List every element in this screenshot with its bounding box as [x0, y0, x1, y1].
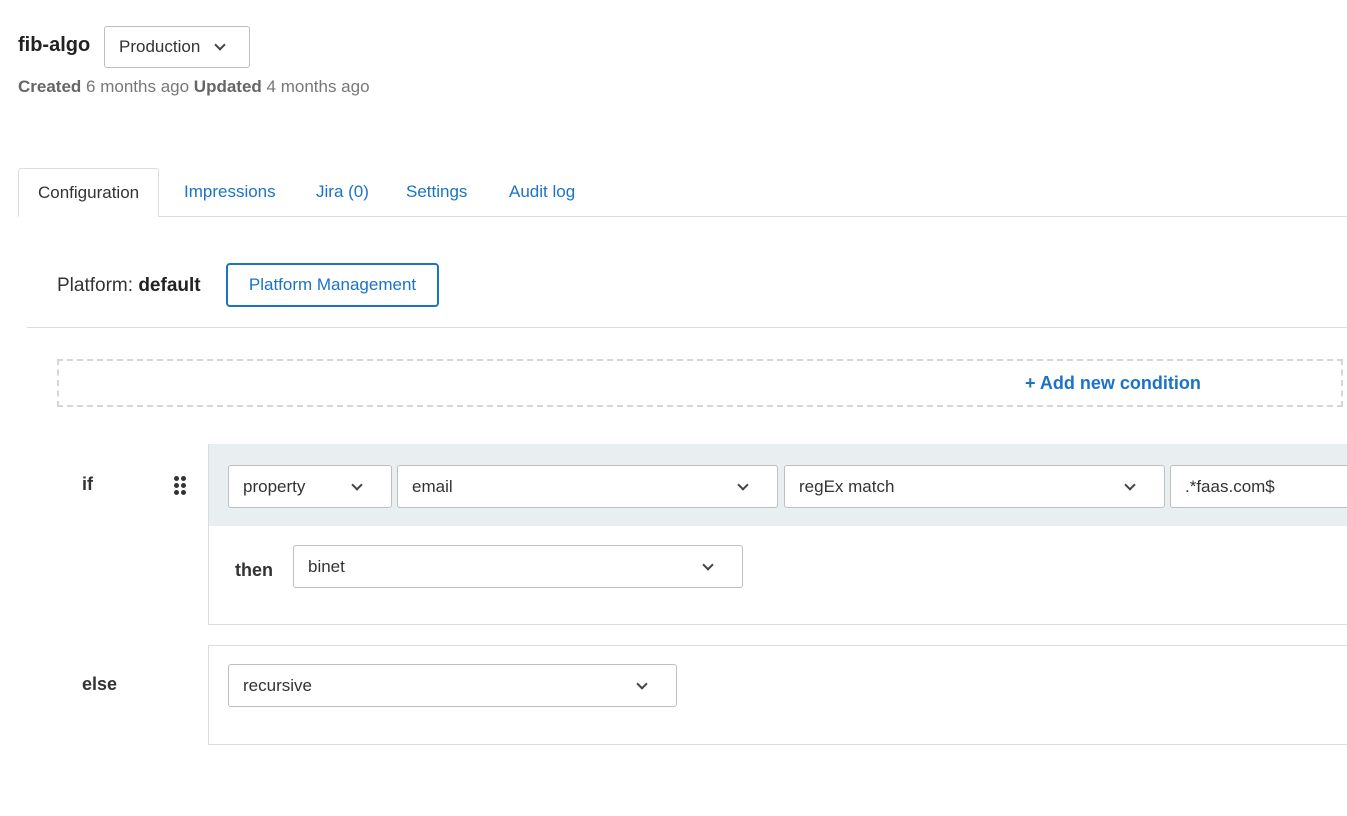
tab-audit-log[interactable]: Audit log — [509, 168, 575, 216]
property-value: email — [412, 476, 453, 496]
then-treatment-select[interactable]: binet — [293, 545, 743, 588]
then-label: then — [235, 560, 273, 580]
chevron-down-icon — [351, 479, 363, 491]
updated-value: 4 months ago — [266, 77, 370, 96]
else-label: else — [82, 674, 118, 694]
then-treatment-value: binet — [308, 556, 345, 576]
chevron-down-icon — [1124, 479, 1136, 491]
condition-type-select[interactable]: property — [228, 465, 392, 508]
tab-impressions[interactable]: Impressions — [184, 168, 276, 216]
operator-select[interactable]: regEx match — [784, 465, 1165, 508]
created-label: Created — [18, 77, 82, 96]
platform-label-text: Platform: — [57, 275, 134, 296]
chevron-down-icon — [636, 678, 648, 690]
flag-meta: Created 6 months ago Updated 4 months ag… — [18, 77, 370, 97]
flag-name: fib-algo — [18, 34, 91, 56]
platform-management-button[interactable]: Platform Management — [226, 263, 439, 307]
tab-jira[interactable]: Jira (0) — [316, 168, 369, 216]
condition-type-value: property — [243, 476, 306, 496]
operator-value: regEx match — [799, 476, 895, 496]
if-label: if — [82, 474, 93, 494]
else-treatment-select[interactable]: recursive — [228, 664, 677, 707]
feature-flag-page: fib-algo Production Created 6 months ago… — [0, 0, 1347, 816]
environment-select[interactable]: Production — [104, 26, 250, 68]
environment-select-value: Production — [119, 37, 201, 56]
tab-configuration[interactable]: Configuration — [18, 168, 160, 217]
add-condition-link[interactable]: + Add new condition — [1025, 373, 1201, 394]
divider — [27, 327, 1347, 328]
updated-label: Updated — [193, 77, 262, 96]
platform-value: default — [138, 275, 201, 296]
property-select[interactable]: email — [397, 465, 778, 508]
created-value: 6 months ago — [86, 77, 190, 96]
condition-value-input[interactable] — [1170, 465, 1347, 508]
chevron-down-icon — [214, 39, 226, 51]
chevron-down-icon — [737, 479, 749, 491]
tab-bar: Configuration Impressions Jira (0) Setti… — [18, 168, 1347, 217]
drag-handle-icon[interactable] — [173, 476, 187, 496]
else-treatment-value: recursive — [243, 675, 312, 695]
tab-settings[interactable]: Settings — [406, 168, 467, 216]
chevron-down-icon — [702, 559, 714, 571]
platform-label: Platform: default — [57, 275, 201, 297]
